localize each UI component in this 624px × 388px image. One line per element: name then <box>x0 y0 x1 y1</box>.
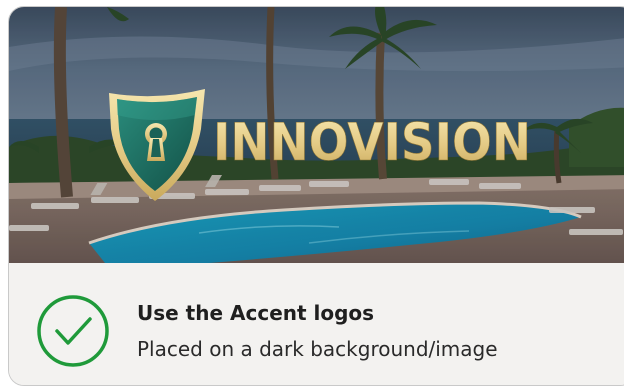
logo-wordmark: INNOVISION <box>213 113 531 173</box>
caption-subtitle: Placed on a dark background/image <box>137 337 498 361</box>
caption-panel: Use the Accent logos Placed on a dark ba… <box>9 263 624 385</box>
guideline-card: INNOVISION Use the Accent logos Placed o… <box>8 6 624 386</box>
background-photo: INNOVISION <box>9 7 624 263</box>
check-circle-icon <box>37 295 109 367</box>
caption-title: Use the Accent logos <box>137 301 375 325</box>
